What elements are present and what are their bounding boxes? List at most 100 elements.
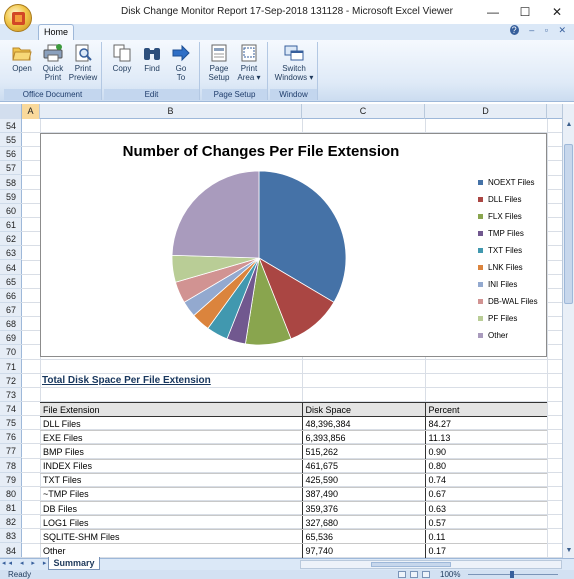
page-setup-button[interactable]: Page Setup bbox=[204, 44, 234, 82]
scroll-down-icon[interactable]: ▼ bbox=[563, 545, 574, 557]
header-file-extension[interactable]: File Extension bbox=[40, 401, 303, 418]
cell-file-extension[interactable]: DLL Files bbox=[40, 416, 303, 432]
cell-file-extension[interactable]: SQLITE-SHM Files bbox=[40, 529, 303, 545]
switch-windows-button[interactable]: Switch Windows ▾ bbox=[274, 44, 314, 82]
cell-disk-space[interactable]: 515,262 bbox=[302, 444, 426, 460]
row-header[interactable]: 78 bbox=[0, 459, 22, 473]
row-header[interactable]: 83 bbox=[0, 529, 22, 544]
row-header[interactable]: 82 bbox=[0, 515, 22, 530]
pie-slice[interactable] bbox=[171, 170, 260, 259]
row-header[interactable]: 76 bbox=[0, 430, 22, 445]
cell-file-extension[interactable]: LOG1 Files bbox=[40, 515, 303, 531]
cell-file-extension[interactable]: ~TMP Files bbox=[40, 487, 303, 502]
maximize-button[interactable]: ☐ bbox=[510, 2, 540, 22]
cell-disk-space[interactable]: 327,680 bbox=[302, 515, 426, 531]
row-header[interactable]: 67 bbox=[0, 303, 22, 317]
cell-file-extension[interactable]: Other bbox=[40, 543, 303, 559]
pie-chart[interactable]: Number of Changes Per File Extension NOE… bbox=[40, 133, 547, 357]
row-header[interactable]: 73 bbox=[0, 388, 22, 402]
minimize-button[interactable]: — bbox=[478, 2, 508, 22]
print-area-button[interactable]: Print Area ▾ bbox=[234, 44, 264, 82]
row-header[interactable]: 84 bbox=[0, 544, 22, 558]
horizontal-scroll-thumb[interactable] bbox=[371, 562, 451, 567]
cell-disk-space[interactable]: 65,536 bbox=[302, 529, 426, 545]
row-header[interactable]: 54 bbox=[0, 119, 22, 133]
row-header[interactable]: 68 bbox=[0, 317, 22, 332]
cell-file-extension[interactable]: EXE Files bbox=[40, 430, 303, 446]
cell-percent[interactable]: 11.13 bbox=[425, 430, 547, 446]
cell-disk-space[interactable]: 359,376 bbox=[302, 501, 426, 517]
go-to-button[interactable]: Go To bbox=[166, 44, 196, 82]
quick-print-button[interactable]: Quick Print bbox=[38, 44, 68, 82]
column-header-b[interactable]: B bbox=[40, 104, 302, 119]
row-header[interactable]: 72 bbox=[0, 374, 22, 388]
cell-percent[interactable]: 84.27 bbox=[425, 416, 547, 432]
open-button[interactable]: Open bbox=[7, 44, 37, 73]
zoom-slider-knob[interactable] bbox=[510, 571, 514, 578]
close-button[interactable]: ✕ bbox=[542, 2, 572, 22]
normal-view-icon[interactable] bbox=[398, 571, 406, 578]
row-header[interactable]: 60 bbox=[0, 204, 22, 218]
cell-percent[interactable]: 0.17 bbox=[425, 543, 547, 559]
cell-percent[interactable]: 0.11 bbox=[425, 529, 547, 545]
column-header-a[interactable]: A bbox=[22, 104, 40, 119]
tab-home[interactable]: Home bbox=[38, 24, 74, 41]
cell-file-extension[interactable]: INDEX Files bbox=[40, 459, 303, 474]
column-header-c[interactable]: C bbox=[302, 104, 425, 119]
row-header[interactable]: 62 bbox=[0, 232, 22, 247]
cell-disk-space[interactable]: 461,675 bbox=[302, 459, 426, 474]
cell-percent[interactable]: 0.90 bbox=[425, 444, 547, 460]
row-header[interactable]: 81 bbox=[0, 501, 22, 516]
cell-percent[interactable]: 0.74 bbox=[425, 473, 547, 488]
cell-file-extension[interactable]: TXT Files bbox=[40, 473, 303, 488]
row-header[interactable]: 63 bbox=[0, 246, 22, 261]
cell-percent[interactable]: 0.63 bbox=[425, 501, 547, 517]
row-header[interactable]: 61 bbox=[0, 218, 22, 233]
cell-file-extension[interactable]: BMP Files bbox=[40, 444, 303, 460]
cell-disk-space[interactable]: 425,590 bbox=[302, 473, 426, 488]
cell-file-extension[interactable]: DB Files bbox=[40, 501, 303, 517]
row-header[interactable]: 58 bbox=[0, 176, 22, 190]
row-header[interactable]: 79 bbox=[0, 473, 22, 487]
cell-percent[interactable]: 0.67 bbox=[425, 487, 547, 502]
row-header[interactable]: 75 bbox=[0, 416, 22, 431]
row-header[interactable]: 56 bbox=[0, 147, 22, 162]
row-header[interactable]: 77 bbox=[0, 444, 22, 459]
row-header[interactable]: 59 bbox=[0, 190, 22, 204]
page-layout-view-icon[interactable] bbox=[410, 571, 418, 578]
ribbon-close-icon[interactable]: ✕ bbox=[558, 25, 566, 35]
cell-disk-space[interactable]: 48,396,384 bbox=[302, 416, 426, 432]
row-header[interactable]: 71 bbox=[0, 360, 22, 374]
header-percent[interactable]: Percent bbox=[425, 401, 547, 418]
page-break-view-icon[interactable] bbox=[422, 571, 430, 578]
horizontal-scrollbar[interactable] bbox=[300, 560, 562, 569]
select-all-corner[interactable] bbox=[0, 104, 22, 119]
column-header-d[interactable]: D bbox=[425, 104, 547, 119]
scroll-up-icon[interactable]: ▲ bbox=[563, 119, 574, 131]
row-header[interactable]: 74 bbox=[0, 402, 22, 416]
row-header[interactable]: 66 bbox=[0, 289, 22, 303]
office-button[interactable] bbox=[4, 4, 32, 32]
row-header[interactable]: 64 bbox=[0, 261, 22, 275]
cell-percent[interactable]: 0.80 bbox=[425, 459, 547, 474]
row-header[interactable]: 80 bbox=[0, 487, 22, 501]
row-header[interactable]: 70 bbox=[0, 345, 22, 360]
row-header[interactable]: 65 bbox=[0, 275, 22, 289]
copy-button[interactable]: Copy bbox=[107, 44, 137, 73]
ribbon-minimize-icon[interactable]: – bbox=[529, 25, 534, 35]
cell-disk-space[interactable]: 387,490 bbox=[302, 487, 426, 502]
row-header[interactable]: 69 bbox=[0, 331, 22, 346]
help-icon[interactable]: ? bbox=[509, 25, 519, 35]
row-header[interactable]: 55 bbox=[0, 133, 22, 148]
cell-disk-space[interactable]: 97,740 bbox=[302, 543, 426, 559]
row-header[interactable]: 57 bbox=[0, 161, 22, 176]
vertical-scrollbar[interactable]: ▲ ▼ bbox=[562, 104, 574, 559]
header-disk-space[interactable]: Disk Space bbox=[302, 401, 426, 418]
vertical-scroll-thumb[interactable] bbox=[564, 144, 573, 304]
sheet-tab-summary[interactable]: Summary bbox=[48, 557, 100, 570]
find-button[interactable]: Find bbox=[137, 44, 167, 73]
cell-disk-space[interactable]: 6,393,856 bbox=[302, 430, 426, 446]
print-preview-button[interactable]: Print Preview bbox=[68, 44, 98, 82]
ribbon-restore-icon[interactable]: ▫ bbox=[545, 25, 548, 35]
cell-percent[interactable]: 0.57 bbox=[425, 515, 547, 531]
